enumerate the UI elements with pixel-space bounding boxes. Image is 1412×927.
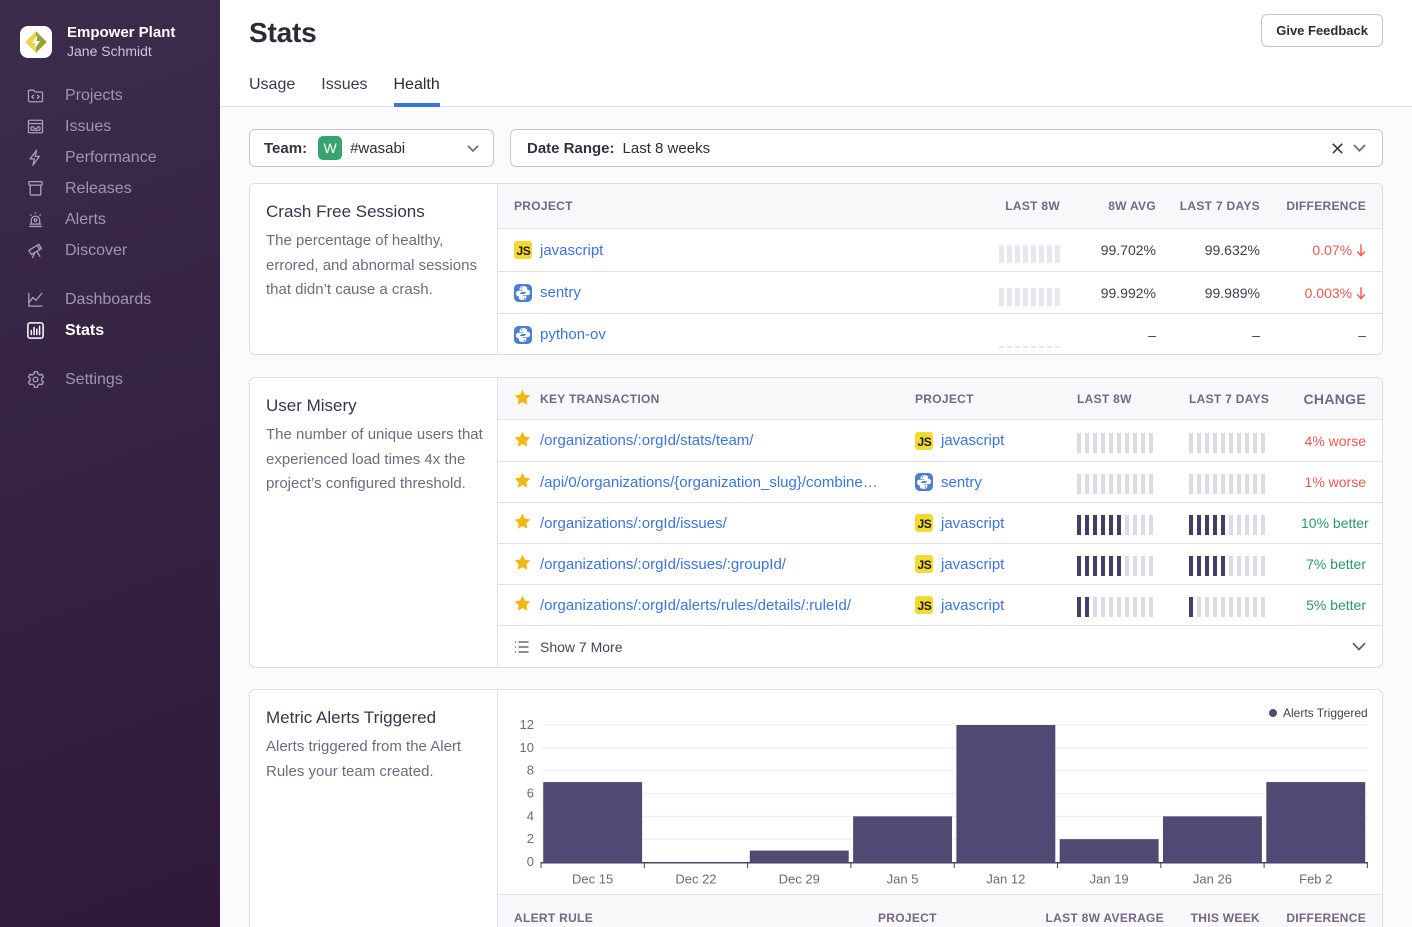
svg-text:10: 10 bbox=[520, 740, 534, 755]
svg-text:8: 8 bbox=[527, 763, 534, 778]
svg-text:Alerts Triggered: Alerts Triggered bbox=[1283, 706, 1368, 720]
svg-text:Dec 22: Dec 22 bbox=[675, 872, 716, 887]
svg-text:Jan 26: Jan 26 bbox=[1193, 872, 1232, 887]
svg-text:12: 12 bbox=[520, 717, 534, 732]
svg-text:JS: JS bbox=[918, 517, 932, 531]
svg-text:JS: JS bbox=[918, 599, 932, 613]
svg-text:Dec 15: Dec 15 bbox=[572, 872, 613, 887]
svg-text:JS: JS bbox=[918, 558, 932, 572]
svg-text:JS: JS bbox=[918, 435, 932, 449]
svg-text:Jan 5: Jan 5 bbox=[887, 872, 919, 887]
svg-text:4: 4 bbox=[527, 808, 534, 823]
svg-text:Feb 2: Feb 2 bbox=[1299, 872, 1332, 887]
svg-text:6: 6 bbox=[527, 786, 534, 801]
svg-text:0: 0 bbox=[527, 854, 534, 869]
svg-text:Jan 12: Jan 12 bbox=[986, 872, 1025, 887]
svg-text:JS: JS bbox=[517, 244, 531, 258]
svg-text:Jan 19: Jan 19 bbox=[1090, 872, 1129, 887]
svg-text:Dec 29: Dec 29 bbox=[779, 872, 820, 887]
svg-text:2: 2 bbox=[527, 831, 534, 846]
